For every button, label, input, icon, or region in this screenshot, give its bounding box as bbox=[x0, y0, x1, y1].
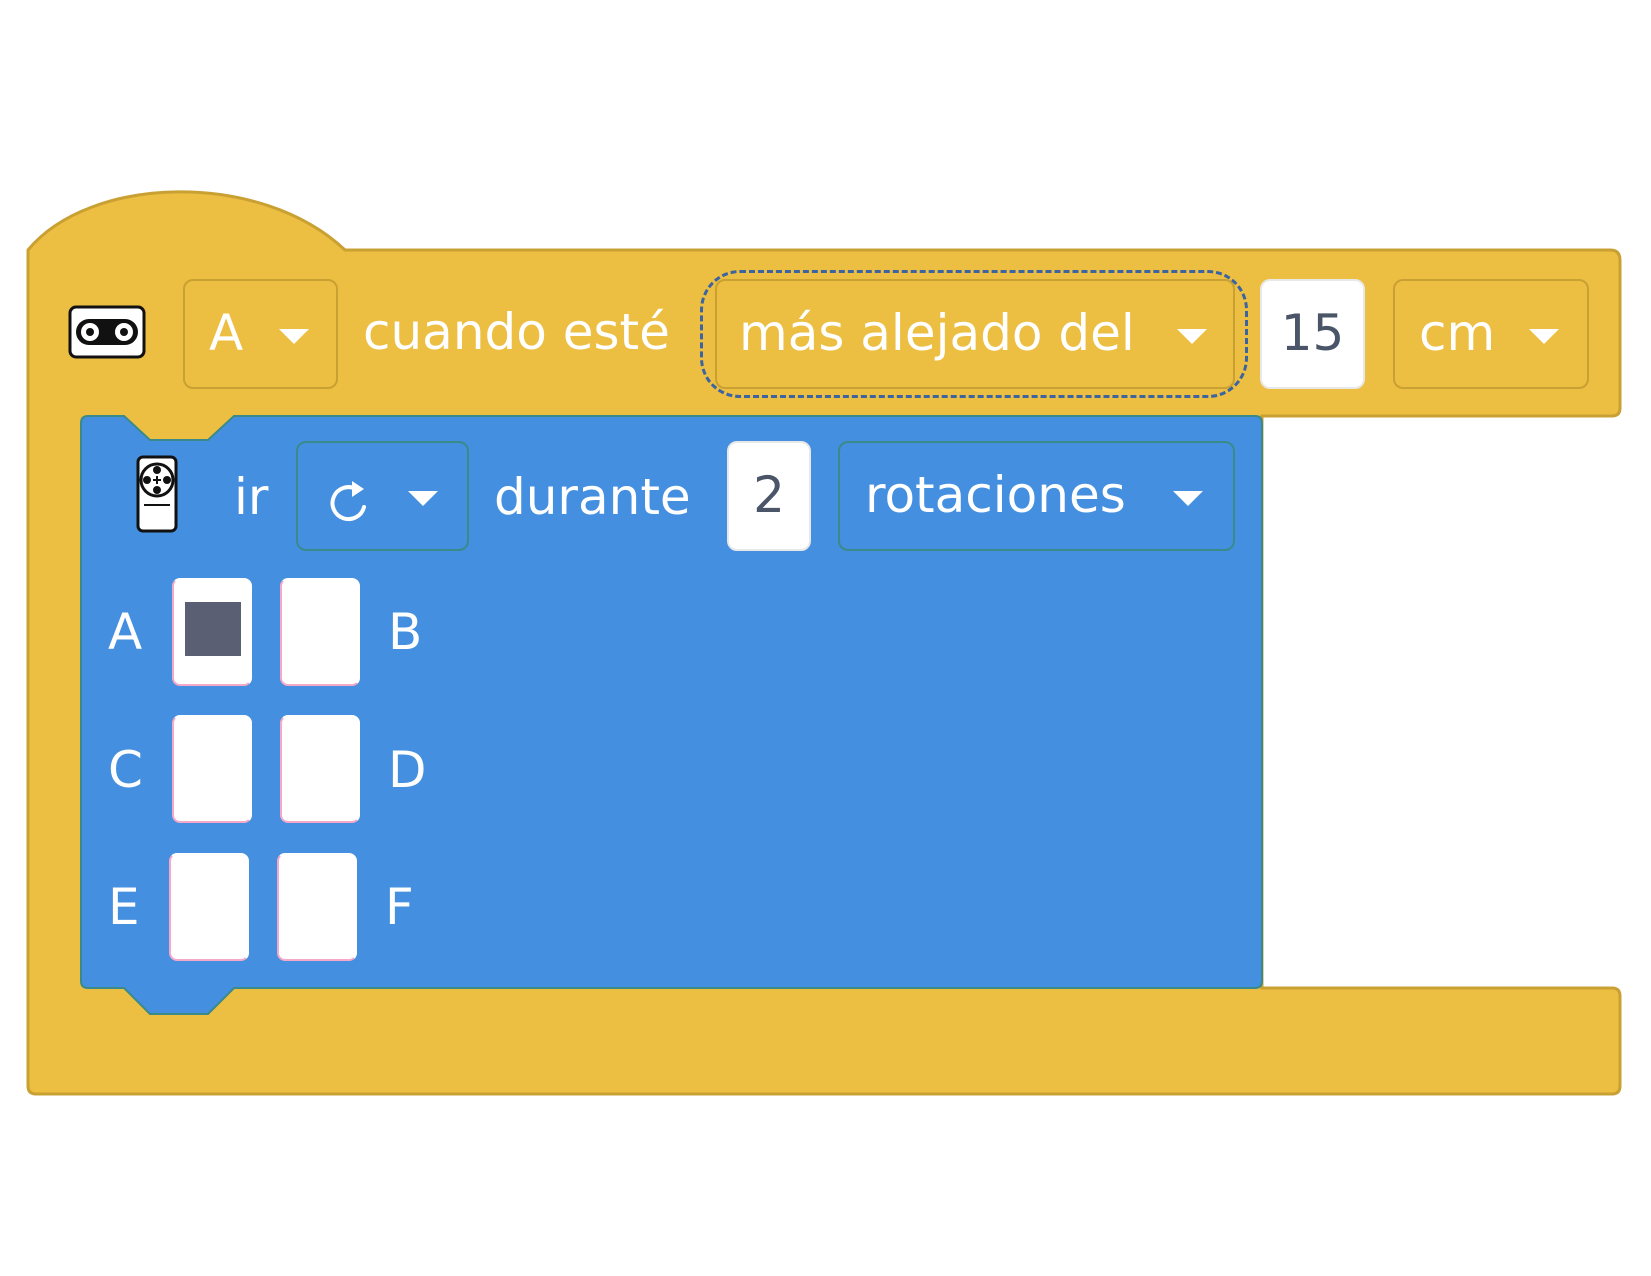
chevron-down-icon bbox=[1529, 329, 1559, 344]
port-label-d: D bbox=[388, 741, 427, 799]
clockwise-rotate-icon bbox=[326, 479, 374, 527]
distance-unit-dropdown[interactable]: cm bbox=[1393, 279, 1589, 389]
distance-input[interactable]: 15 bbox=[1260, 279, 1365, 389]
for-label: durante bbox=[494, 468, 691, 526]
comparison-highlight-outline bbox=[700, 270, 1248, 398]
distance-sensor-icon bbox=[68, 305, 146, 359]
port-toggle-d[interactable] bbox=[280, 715, 360, 823]
port-toggle-e[interactable] bbox=[169, 853, 249, 961]
port-label-e: E bbox=[108, 878, 140, 936]
motor-icon bbox=[136, 455, 178, 533]
amount-input[interactable]: 2 bbox=[727, 441, 811, 551]
port-label-a: A bbox=[108, 603, 143, 661]
port-selected-indicator bbox=[185, 602, 241, 656]
go-label: ir bbox=[234, 468, 269, 526]
port-label-f: F bbox=[385, 878, 414, 936]
motor-unit-dropdown[interactable]: rotaciones bbox=[838, 441, 1235, 551]
distance-value: 15 bbox=[1280, 304, 1345, 362]
port-toggle-a[interactable] bbox=[172, 578, 252, 686]
sensor-port-value: A bbox=[209, 304, 244, 362]
chevron-down-icon bbox=[1173, 491, 1203, 506]
when-label: cuando esté bbox=[363, 303, 670, 361]
chevron-down-icon bbox=[279, 329, 309, 344]
chevron-down-icon bbox=[408, 491, 438, 506]
port-label-b: B bbox=[388, 603, 423, 661]
code-canvas: A cuando esté más alejado del 15 cm ir d… bbox=[0, 0, 1651, 1276]
port-toggle-c[interactable] bbox=[172, 715, 252, 823]
sensor-port-dropdown[interactable]: A bbox=[183, 279, 338, 389]
port-toggle-b[interactable] bbox=[280, 578, 360, 686]
port-label-c: C bbox=[108, 741, 143, 799]
direction-dropdown[interactable] bbox=[296, 441, 469, 551]
port-toggle-f[interactable] bbox=[277, 853, 357, 961]
distance-unit-value: cm bbox=[1419, 304, 1496, 362]
motor-unit-value: rotaciones bbox=[865, 466, 1126, 524]
amount-value: 2 bbox=[753, 466, 785, 524]
